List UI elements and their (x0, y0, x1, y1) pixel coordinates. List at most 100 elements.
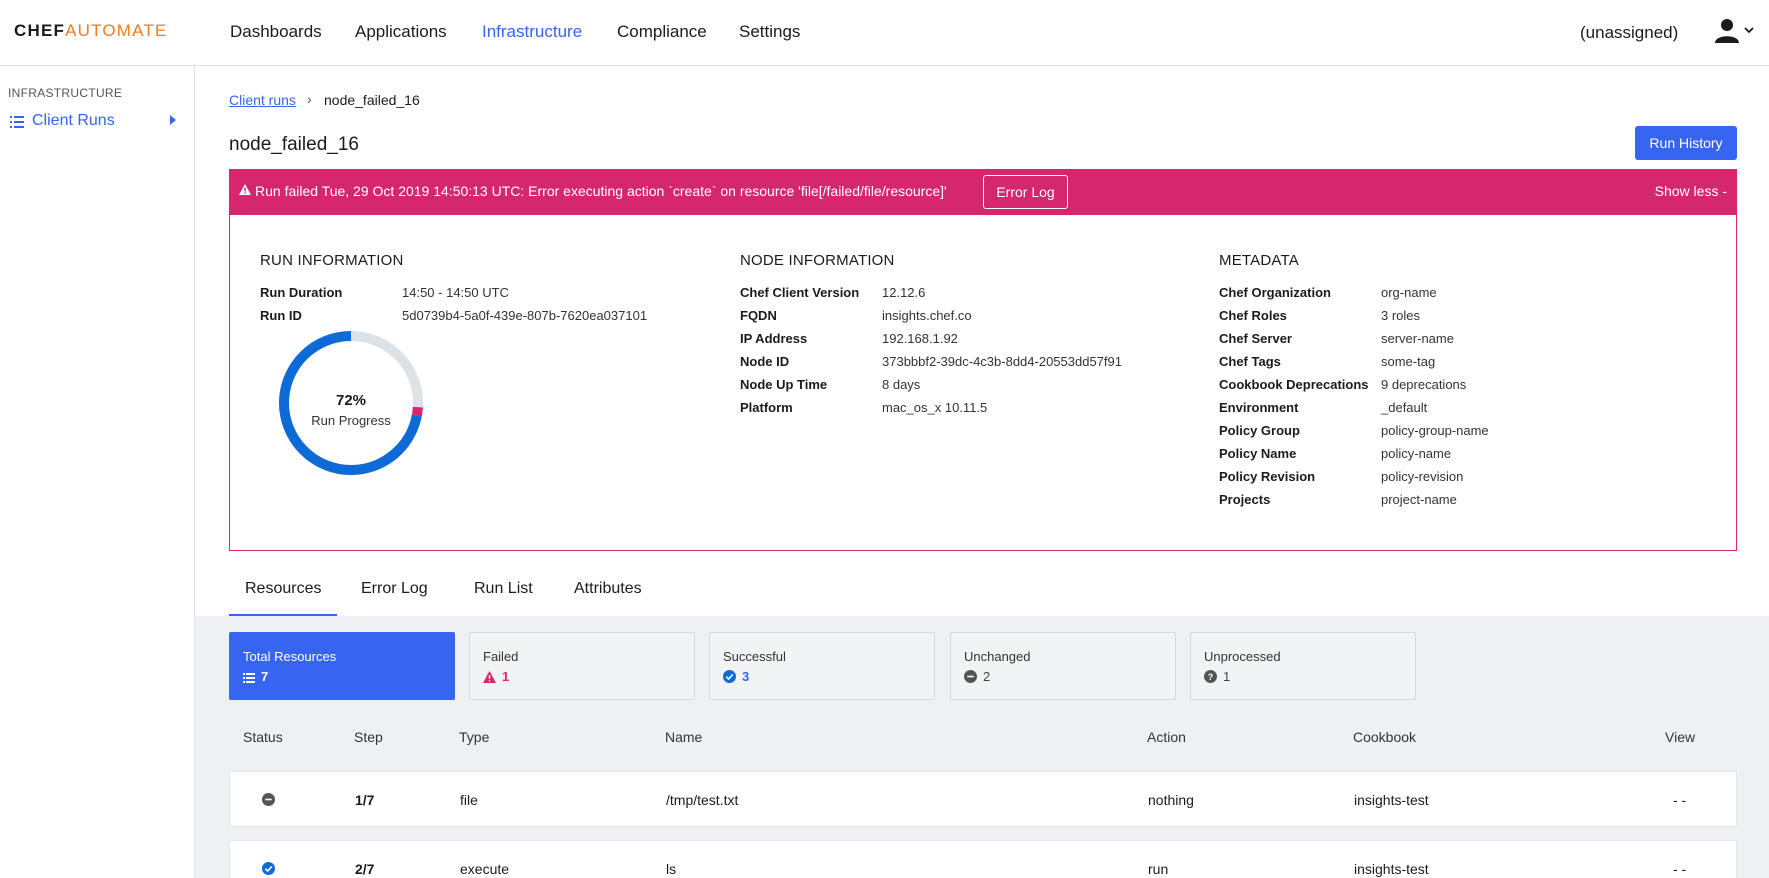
chef-client-version-value: 12.12.6 (882, 285, 926, 300)
sidebar-item-client-runs[interactable]: Client Runs (10, 110, 185, 134)
stat-value: 2 (964, 669, 990, 684)
chef-organization-label: Chef Organization (1219, 285, 1331, 300)
stat-label: Successful (723, 649, 786, 664)
metadata-title: METADATA (1219, 252, 1299, 269)
run-duration-value: 14:50 - 14:50 UTC (402, 285, 509, 300)
col-cookbook[interactable]: Cookbook (1353, 729, 1416, 745)
tab-run-list[interactable]: Run List (474, 580, 533, 598)
main-content: Client runs › node_failed_16 node_failed… (195, 66, 1769, 878)
run-details-panel: RUN INFORMATION Run Duration 14:50 - 14:… (229, 215, 1737, 551)
row-view[interactable]: - - (1673, 792, 1686, 808)
col-status[interactable]: Status (243, 729, 283, 745)
warning-icon (483, 671, 496, 683)
stat-value: 7 (243, 669, 268, 684)
stat-label: Unprocessed (1204, 649, 1281, 664)
policy-revision-label: Policy Revision (1219, 469, 1316, 484)
resources-section: Total Resources 7 Failed 1 Successful 3 … (195, 616, 1769, 878)
sidebar-heading: INFRASTRUCTURE (8, 86, 123, 100)
stat-successful[interactable]: Successful 3 (709, 632, 935, 700)
project-filter[interactable]: (unassigned) (1580, 23, 1678, 43)
chef-roles-value: 3 roles (1381, 308, 1421, 323)
row-type: execute (460, 861, 510, 877)
stat-label: Failed (483, 649, 519, 664)
svg-text:?: ? (1208, 672, 1214, 682)
chef-client-version-label: Chef Client Version (740, 285, 860, 300)
run-info-title: RUN INFORMATION (260, 252, 404, 269)
user-icon (1715, 19, 1739, 43)
banner-message: Run failed Tue, 29 Oct 2019 14:50:13 UTC… (255, 183, 947, 199)
row-step: 2/7 (355, 861, 375, 877)
nav-infrastructure[interactable]: Infrastructure (482, 22, 582, 42)
run-progress-label: Run Progress (311, 413, 391, 428)
caret-right-icon (170, 115, 176, 125)
col-step[interactable]: Step (354, 729, 383, 745)
cookbook-deprecations-label: Cookbook Deprecations (1219, 377, 1369, 392)
col-name[interactable]: Name (665, 729, 702, 745)
check-circle-icon (723, 670, 736, 683)
breadcrumb-current: node_failed_16 (324, 92, 420, 108)
platform-value: mac_os_x 10.11.5 (882, 400, 988, 415)
list-icon (243, 673, 255, 683)
nav-dashboards[interactable]: Dashboards (230, 22, 322, 42)
stat-count: 3 (742, 669, 750, 684)
node-id-label: Node ID (740, 354, 790, 369)
stat-count: 1 (502, 669, 510, 684)
node-up-time-label: Node Up Time (740, 377, 828, 392)
check-circle-icon (262, 862, 275, 875)
row-name: ls (666, 861, 677, 877)
stat-unchanged[interactable]: Unchanged 2 (950, 632, 1176, 700)
row-step: 1/7 (355, 792, 375, 808)
node-id-value: 373bbbf2-39dc-4c3b-8dd4-20553dd57f91 (882, 354, 1122, 369)
nav-settings[interactable]: Settings (739, 22, 800, 42)
platform-label: Platform (740, 400, 793, 415)
nav-applications[interactable]: Applications (355, 22, 447, 42)
chef-automate-logo[interactable]: CHEFAUTOMATE (14, 21, 168, 41)
user-menu[interactable] (1714, 17, 1756, 47)
minus-circle-icon (262, 793, 275, 806)
row-action: nothing (1148, 792, 1194, 808)
stat-failed[interactable]: Failed 1 (469, 632, 695, 700)
run-id-label: Run ID (260, 308, 302, 323)
chef-tags-label: Chef Tags (1219, 354, 1281, 369)
col-action[interactable]: Action (1147, 729, 1186, 745)
logo-chef: CHEF (14, 21, 66, 40)
run-duration-label: Run Duration (260, 285, 343, 300)
breadcrumb-client-runs[interactable]: Client runs (229, 92, 296, 108)
tab-attributes[interactable]: Attributes (574, 580, 642, 598)
row-cookbook: insights-test (1354, 861, 1429, 877)
stat-count: 1 (1223, 669, 1231, 684)
list-icon (10, 116, 24, 128)
col-type[interactable]: Type (459, 729, 489, 745)
stat-value: 1 (483, 669, 509, 684)
row-view[interactable]: - - (1673, 861, 1686, 877)
tab-error-log[interactable]: Error Log (361, 580, 428, 598)
nav-compliance[interactable]: Compliance (617, 22, 707, 42)
cookbook-deprecations-value: 9 deprecations (1381, 377, 1467, 392)
stat-value: 3 (723, 669, 749, 684)
resources-table-header: Status Step Type Name Action Cookbook Vi… (229, 713, 1737, 763)
run-progress-percent: 72% (335, 392, 367, 409)
table-row[interactable]: 2/7 execute ls run insights-test - - (229, 840, 1737, 878)
stat-total-resources[interactable]: Total Resources 7 (229, 632, 455, 700)
node-up-time-value: 8 days (882, 377, 921, 392)
logo-automate: AUTOMATE (65, 21, 168, 40)
chef-server-value: server-name (1381, 331, 1454, 346)
top-nav: CHEFAUTOMATE Dashboards Applications Inf… (0, 0, 1769, 66)
error-log-button[interactable]: Error Log (983, 175, 1068, 209)
stat-count: 7 (261, 669, 269, 684)
chef-server-label: Chef Server (1219, 331, 1292, 346)
run-id-value: 5d0739b4-5a0f-439e-807b-7620ea037101 (402, 308, 648, 323)
table-row[interactable]: 1/7 file /tmp/test.txt nothing insights-… (229, 771, 1737, 827)
row-cookbook: insights-test (1354, 792, 1429, 808)
show-less-toggle[interactable]: Show less - (1655, 183, 1727, 199)
sidebar: INFRASTRUCTURE Client Runs (0, 66, 195, 878)
minus-circle-icon (964, 670, 977, 683)
tab-resources[interactable]: Resources (245, 580, 321, 598)
col-view: View (1665, 729, 1696, 745)
sidebar-item-label: Client Runs (32, 112, 115, 129)
run-failed-banner: Run failed Tue, 29 Oct 2019 14:50:13 UTC… (229, 169, 1737, 215)
chef-organization-value: org-name (1381, 285, 1437, 300)
stat-unprocessed[interactable]: Unprocessed ? 1 (1190, 632, 1416, 700)
run-history-button[interactable]: Run History (1635, 126, 1737, 160)
resource-tabs: Resources Error Log Run List Attributes (229, 566, 729, 616)
